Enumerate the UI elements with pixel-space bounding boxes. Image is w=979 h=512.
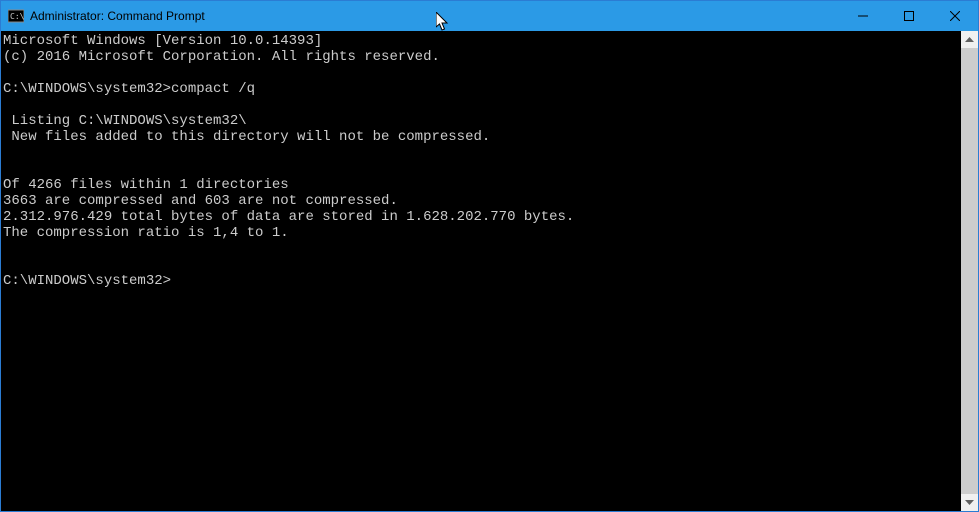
terminal-line: 3663 are compressed and 603 are not comp… xyxy=(3,193,398,209)
scrollbar-down-button[interactable] xyxy=(961,494,978,511)
terminal-line: C:\WINDOWS\system32> xyxy=(3,273,171,289)
terminal-line: New files added to this directory will n… xyxy=(3,129,490,145)
terminal-line: (c) 2016 Microsoft Corporation. All righ… xyxy=(3,49,440,65)
terminal-line: Of 4266 files within 1 directories xyxy=(3,177,289,193)
titlebar[interactable]: C:\ Administrator: Command Prompt xyxy=(1,1,978,31)
maximize-button[interactable] xyxy=(886,1,932,31)
scrollbar-track[interactable] xyxy=(961,48,978,494)
terminal-line: Microsoft Windows [Version 10.0.14393] xyxy=(3,33,322,49)
chevron-up-icon xyxy=(965,37,974,42)
terminal-line: C:\WINDOWS\system32>compact /q xyxy=(3,81,255,97)
terminal-line: The compression ratio is 1,4 to 1. xyxy=(3,225,289,241)
scrollbar-thumb[interactable] xyxy=(961,48,978,494)
terminal-container: Microsoft Windows [Version 10.0.14393] (… xyxy=(1,31,978,511)
window-title: Administrator: Command Prompt xyxy=(30,9,205,23)
command-prompt-window: C:\ Administrator: Command Prompt xyxy=(0,0,979,512)
maximize-icon xyxy=(904,11,914,21)
scrollbar-up-button[interactable] xyxy=(961,31,978,48)
close-icon xyxy=(950,11,960,21)
terminal-line: Listing C:\WINDOWS\system32\ xyxy=(3,113,247,129)
terminal-output[interactable]: Microsoft Windows [Version 10.0.14393] (… xyxy=(1,31,961,511)
close-button[interactable] xyxy=(932,1,978,31)
cmd-icon: C:\ xyxy=(8,8,24,24)
vertical-scrollbar[interactable] xyxy=(961,31,978,511)
minimize-icon xyxy=(858,11,868,21)
terminal-line: 2.312.976.429 total bytes of data are st… xyxy=(3,209,574,225)
svg-text:C:\: C:\ xyxy=(10,12,24,21)
chevron-down-icon xyxy=(965,500,974,505)
minimize-button[interactable] xyxy=(840,1,886,31)
window-controls xyxy=(840,1,978,31)
